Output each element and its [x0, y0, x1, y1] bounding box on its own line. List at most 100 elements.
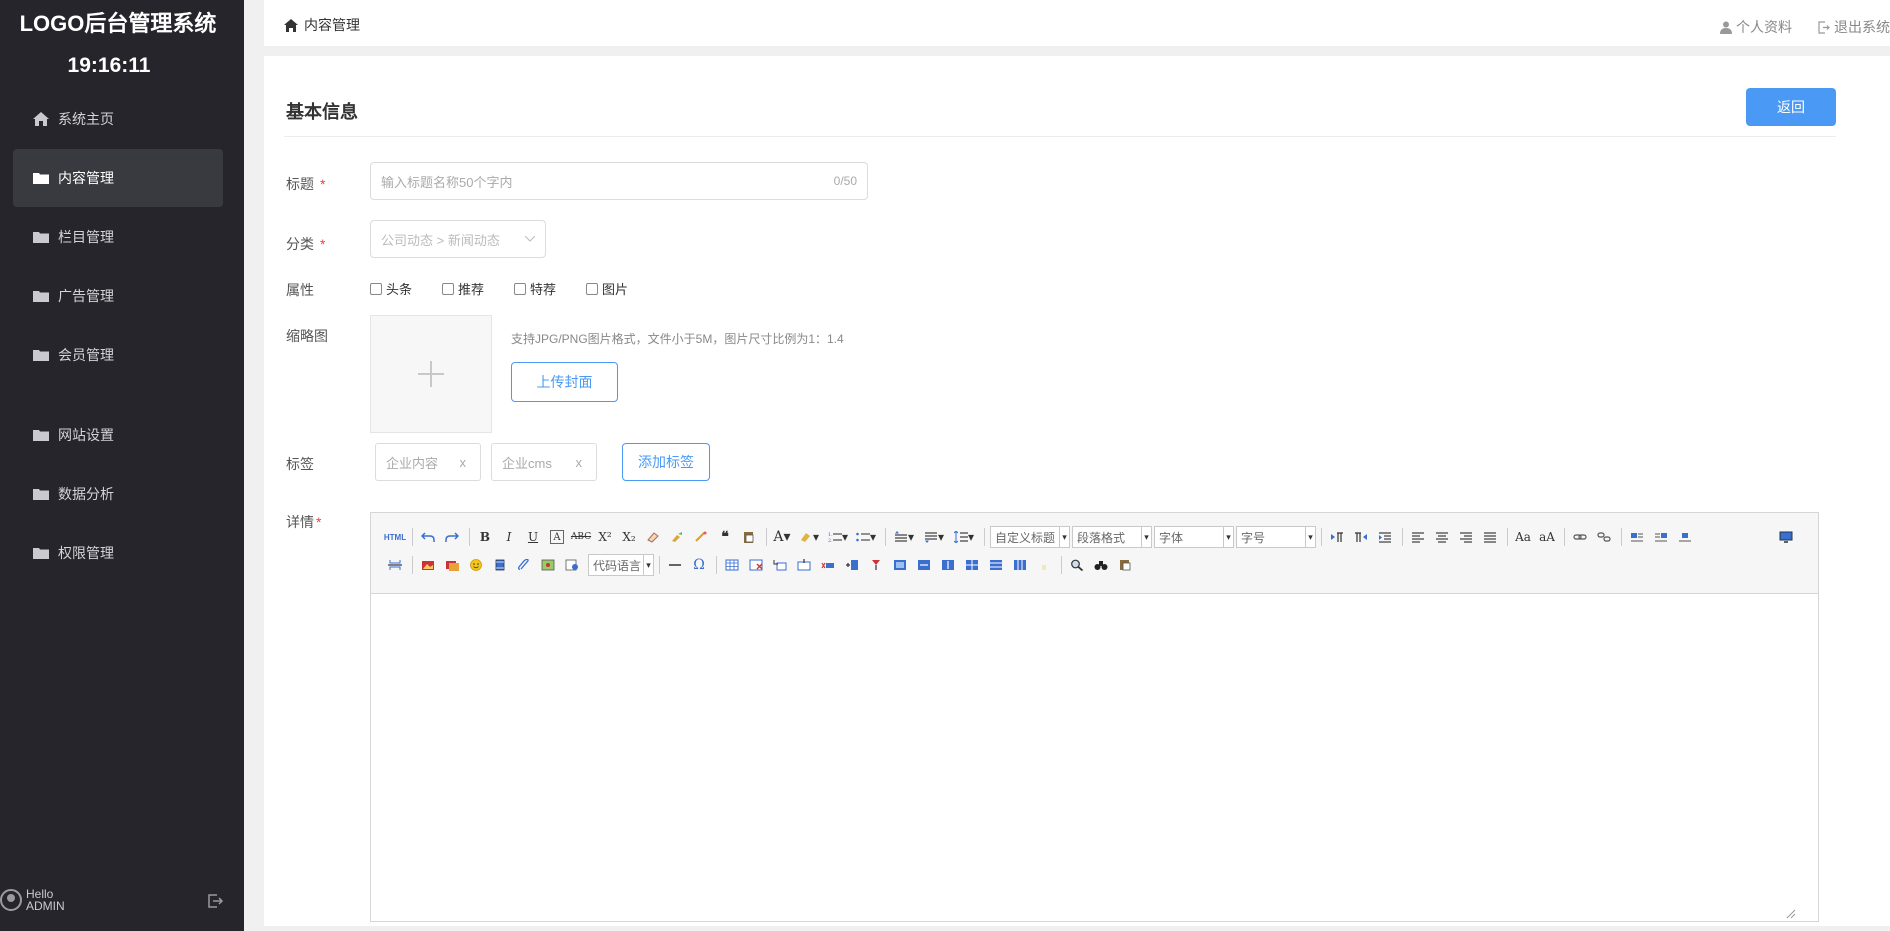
font-size-select[interactable]: 字号 [1236, 526, 1316, 548]
code-language-select[interactable]: 代码语言 [588, 554, 654, 576]
insert-table-icon[interactable] [722, 555, 742, 575]
insert-column-icon[interactable] [842, 555, 862, 575]
emoji-icon[interactable] [466, 555, 486, 575]
tag-item[interactable]: 企业内容 x [375, 443, 481, 481]
undo-icon[interactable] [418, 527, 438, 547]
ordered-list-icon[interactable]: 1. 2. ▾ [826, 527, 850, 547]
rtl-icon[interactable] [1351, 527, 1371, 547]
ltr-icon[interactable] [1327, 527, 1347, 547]
attr-recommend[interactable]: 推荐 [442, 279, 484, 298]
attr-image[interactable]: 图片 [586, 279, 628, 298]
special-char-icon[interactable]: Ω [689, 555, 709, 575]
align-right-icon[interactable] [1456, 527, 1476, 547]
delete-table-icon[interactable] [746, 555, 766, 575]
paste-text-icon[interactable] [739, 527, 759, 547]
insert-paragraph-before-table-icon[interactable] [770, 555, 790, 575]
editor-content-area[interactable] [371, 594, 1818, 921]
fullscreen-icon[interactable] [1776, 527, 1796, 547]
logout-icon[interactable] [206, 892, 224, 910]
upload-cover-button[interactable]: 上传封面 [511, 362, 618, 402]
align-left-icon[interactable] [1408, 527, 1428, 547]
underline-icon[interactable]: U [523, 527, 543, 547]
format-brush-icon[interactable] [667, 527, 687, 547]
split-cells-icon[interactable] [962, 555, 982, 575]
insert-row-icon[interactable] [794, 555, 814, 575]
add-tag-button[interactable]: 添加标签 [622, 443, 710, 481]
attr-headline[interactable]: 头条 [370, 279, 412, 298]
highlight-icon[interactable]: ▾ [796, 527, 822, 547]
logout-link[interactable]: 退出系统 [1818, 17, 1890, 37]
attr-special[interactable]: 特荐 [514, 279, 556, 298]
align-justify-icon[interactable] [1480, 527, 1500, 547]
tag-remove-button[interactable]: x [460, 455, 467, 470]
eraser-icon[interactable] [643, 527, 663, 547]
merge-cells-icon[interactable] [890, 555, 910, 575]
sidebar-item-content[interactable]: 内容管理 [13, 149, 223, 207]
insert-image-icon[interactable] [418, 555, 438, 575]
sidebar-item-members[interactable]: 会员管理 [13, 326, 223, 384]
sidebar-item-permissions[interactable]: 权限管理 [13, 524, 223, 582]
subscript-icon[interactable]: X₂ [619, 527, 639, 547]
sidebar-item-columns[interactable]: 栏目管理 [13, 208, 223, 266]
attachment-icon[interactable] [514, 555, 534, 575]
delete-row-icon[interactable] [818, 555, 838, 575]
multi-image-icon[interactable] [442, 555, 462, 575]
align-center-icon[interactable] [1432, 527, 1452, 547]
checkbox[interactable] [370, 282, 382, 295]
indent-icon[interactable] [1375, 527, 1395, 547]
border-icon[interactable]: A [550, 530, 564, 544]
breadcrumb-current[interactable]: 内容管理 [304, 15, 360, 35]
html-source-button[interactable]: HTML [384, 527, 406, 547]
sidebar-item-home[interactable]: 系统主页 [13, 90, 223, 148]
profile-link[interactable]: 个人资料 [1720, 17, 1792, 37]
blockquote-icon[interactable]: ❝ [715, 527, 735, 547]
delete-column-icon[interactable] [866, 555, 886, 575]
paragraph-select[interactable]: 段落格式 [1072, 526, 1152, 548]
superscript-icon[interactable]: X² [595, 527, 615, 547]
sidebar-item-site-settings[interactable]: 网站设置 [13, 406, 223, 464]
sidebar-item-analytics[interactable]: 数据分析 [13, 465, 223, 523]
link-icon[interactable] [1570, 527, 1590, 547]
image-float-left-icon[interactable] [1627, 527, 1647, 547]
split-cols-icon[interactable] [1010, 555, 1030, 575]
merge-right-icon[interactable] [914, 555, 934, 575]
checkbox[interactable] [514, 282, 527, 295]
resize-handle-icon[interactable] [1786, 909, 1796, 919]
uppercase-icon[interactable]: Aa [1513, 527, 1533, 547]
image-center-icon[interactable] [1675, 527, 1695, 547]
lowercase-icon[interactable]: aA [1537, 527, 1557, 547]
line-height-icon[interactable]: ▾ [951, 527, 977, 547]
unlink-icon[interactable] [1594, 527, 1614, 547]
checkbox[interactable] [586, 282, 599, 295]
row-spacing-bottom-icon[interactable]: ▾ [921, 527, 947, 547]
page-break-icon[interactable] [385, 555, 405, 575]
tag-remove-button[interactable]: x [576, 455, 583, 470]
template-icon[interactable] [1115, 555, 1135, 575]
font-family-select[interactable]: 字体 [1154, 526, 1234, 548]
insert-frame-icon[interactable] [562, 555, 582, 575]
font-color-icon[interactable]: A▾ [772, 527, 792, 547]
back-button[interactable]: 返回 [1746, 88, 1836, 126]
sidebar-item-ads[interactable]: 广告管理 [13, 267, 223, 325]
find-replace-icon[interactable] [1067, 555, 1087, 575]
preview-icon[interactable] [1091, 555, 1111, 575]
unordered-list-icon[interactable]: ▾ [854, 527, 878, 547]
image-float-right-icon[interactable] [1651, 527, 1671, 547]
strikethrough-icon[interactable]: ABC [571, 527, 591, 547]
map-icon[interactable] [538, 555, 558, 575]
category-select[interactable]: 公司动态 > 新闻动态 [370, 220, 546, 258]
tag-item[interactable]: 企业cms x [491, 443, 597, 481]
checkbox[interactable] [442, 282, 455, 295]
redo-icon[interactable] [442, 527, 462, 547]
italic-icon[interactable]: I [499, 527, 519, 547]
bold-icon[interactable]: B [475, 527, 495, 547]
row-spacing-top-icon[interactable]: ▾ [891, 527, 917, 547]
title-input[interactable]: 输入标题名称50个字内 0/50 [370, 162, 868, 200]
heading-select[interactable]: 自定义标题 [990, 526, 1070, 548]
auto-format-icon[interactable] [691, 527, 711, 547]
thumbnail-dropzone[interactable] [370, 315, 492, 433]
merge-down-icon[interactable] [938, 555, 958, 575]
horizontal-rule-icon[interactable] [665, 555, 685, 575]
video-icon[interactable] [490, 555, 510, 575]
charts-icon[interactable] [1034, 555, 1054, 575]
